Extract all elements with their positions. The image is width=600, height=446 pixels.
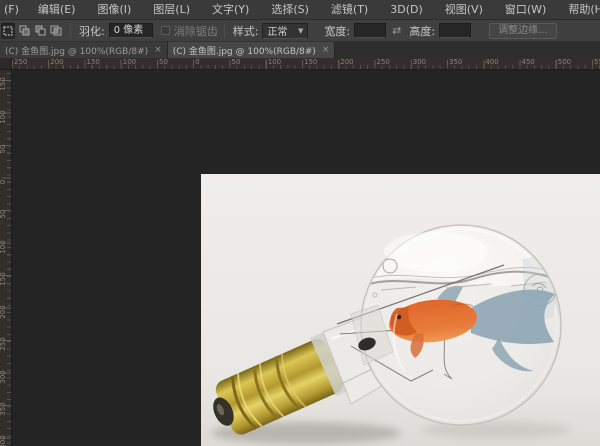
ruler-h-label: 250 [377, 58, 390, 66]
menu-item[interactable]: 图层(L) [142, 0, 201, 19]
style-label: 样式: [233, 23, 259, 39]
ruler-v-label: 300 [0, 370, 7, 384]
antialias-checkbox[interactable] [161, 26, 170, 35]
close-icon[interactable]: × [322, 45, 330, 55]
ruler-v-label: 350 [0, 402, 7, 416]
ruler-v-label: 50 [0, 207, 7, 221]
document-tab-label: (C) 金鱼图.jpg @ 100%(RGB/8#) [173, 44, 316, 57]
intersect-selection-icon[interactable] [49, 23, 63, 39]
antialias-label: 消除锯齿 [174, 23, 218, 39]
ruler-v-label: 100 [0, 240, 7, 254]
refine-edge-button[interactable]: 调整边缘... [489, 23, 557, 39]
ruler-v-label: 200 [0, 305, 7, 319]
ruler-h-label: 250 [14, 58, 27, 66]
ruler-h-label: 500 [558, 58, 571, 66]
menu-item[interactable]: 3D(D) [379, 0, 434, 19]
ruler-h-label: 100 [123, 58, 136, 66]
document-tab-bar: (C) 金鱼图.jpg @ 100%(RGB/8#) × (C) 金鱼图.jpg… [0, 42, 600, 58]
horizontal-ruler[interactable]: 2502001501005005010015020025030035040045… [0, 58, 600, 70]
menu-item[interactable]: 文字(Y) [201, 0, 260, 19]
menu-item[interactable]: 视图(V) [434, 0, 494, 19]
menu-item[interactable]: 滤镜(T) [320, 0, 379, 19]
close-icon[interactable]: × [154, 45, 162, 55]
ruler-h-label: 400 [485, 58, 498, 66]
ruler-origin-corner[interactable] [0, 58, 12, 70]
ruler-h-label: 300 [413, 58, 426, 66]
menu-item[interactable]: (F) [2, 0, 27, 19]
ruler-h-label: 350 [449, 58, 462, 66]
goldfish-lightbulb-image[interactable] [201, 174, 600, 446]
ruler-h-label: 200 [340, 58, 353, 66]
ruler-v-label: 150 [0, 77, 7, 91]
ruler-h-label: 450 [522, 58, 535, 66]
chevron-down-icon: ▼ [298, 27, 303, 35]
feather-label: 羽化: [79, 23, 105, 39]
options-separator [224, 23, 225, 39]
options-bar: 羽化: 0 像素 消除锯齿 样式: 正常 ▼ 宽度: ⇄ 高度: 调整边缘... [0, 20, 600, 42]
photoshop-window: (F)编辑(E)图像(I)图层(L)文字(Y)选择(S)滤镜(T)3D(D)视图… [0, 0, 600, 446]
ruler-v-label: 150 [0, 272, 7, 286]
vertical-ruler[interactable]: 150 100 50 0 50 100 150 200 250 300 350 400 [0, 70, 12, 446]
swap-width-height-icon[interactable]: ⇄ [392, 24, 401, 37]
ruler-h-label: 550 [594, 58, 600, 66]
ruler-h-label: 150 [304, 58, 317, 66]
options-separator [70, 23, 71, 39]
ruler-h-label: 50 [159, 58, 168, 66]
menu-item[interactable]: 窗口(W) [494, 0, 557, 19]
document-tab-label: (C) 金鱼图.jpg @ 100%(RGB/8#) [5, 44, 148, 57]
ruler-v-label: 50 [0, 142, 7, 156]
ruler-v-label: 100 [0, 110, 7, 124]
width-label: 宽度: [324, 23, 350, 39]
document-tab[interactable]: (C) 金鱼图.jpg @ 100%(RGB/8#) × [0, 42, 168, 58]
ruler-v-label: 0 [0, 175, 7, 189]
height-input[interactable] [439, 23, 471, 38]
feather-input[interactable]: 0 像素 [109, 23, 153, 38]
menu-item[interactable]: 图像(I) [86, 0, 142, 19]
style-dropdown-value: 正常 [267, 23, 287, 38]
subtract-from-selection-icon[interactable] [33, 23, 47, 39]
ruler-h-label: 50 [232, 58, 241, 66]
ruler-v-label: 400 [0, 435, 7, 446]
ruler-h-label: 150 [87, 58, 100, 66]
add-to-selection-icon[interactable] [17, 23, 31, 39]
canvas-area[interactable] [12, 70, 600, 446]
ruler-v-label: 250 [0, 337, 7, 351]
height-label: 高度: [409, 23, 435, 39]
ruler-h-label: 0 [195, 58, 199, 66]
new-selection-icon[interactable] [1, 23, 15, 39]
menu-bar: (F)编辑(E)图像(I)图层(L)文字(Y)选择(S)滤镜(T)3D(D)视图… [0, 0, 600, 20]
width-input[interactable] [354, 23, 386, 38]
menu-item[interactable]: 帮助(H) [557, 0, 600, 19]
menu-item[interactable]: 编辑(E) [27, 0, 87, 19]
ruler-h-label: 100 [268, 58, 281, 66]
style-dropdown[interactable]: 正常 ▼ [262, 23, 308, 39]
ruler-h-label: 200 [50, 58, 63, 66]
menu-item[interactable]: 选择(S) [260, 0, 320, 19]
document-tab-active[interactable]: (C) 金鱼图.jpg @ 100%(RGB/8#) × [168, 42, 336, 58]
